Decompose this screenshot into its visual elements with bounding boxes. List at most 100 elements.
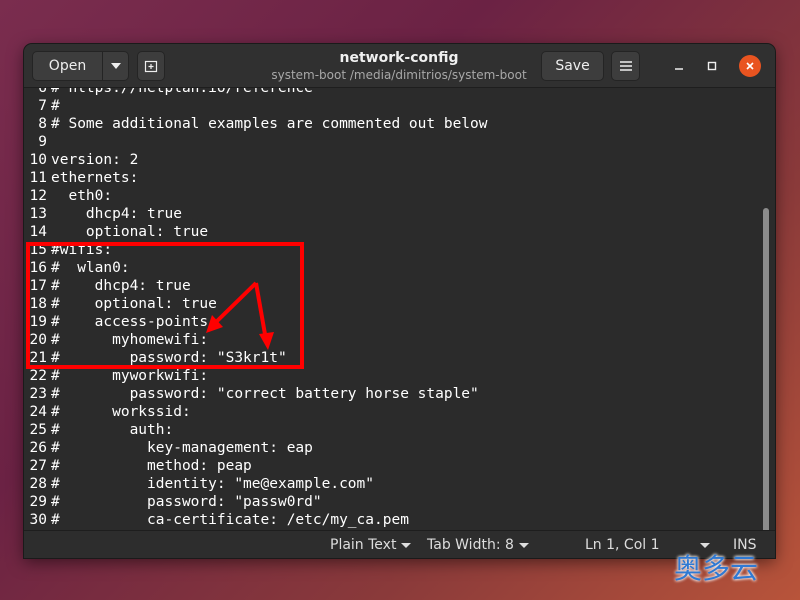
line-text: # myhomewifi: bbox=[51, 332, 209, 348]
code-line[interactable]: 24 # workssid: bbox=[24, 403, 191, 421]
code-line[interactable]: 9 bbox=[24, 133, 51, 151]
open-menu-button[interactable] bbox=[102, 51, 129, 81]
code-line[interactable]: 25 # auth: bbox=[24, 421, 174, 439]
new-document-icon bbox=[144, 60, 158, 73]
line-text: # identity: "me@example.com" bbox=[51, 476, 375, 492]
code-line[interactable]: 23 # password: "correct battery horse sta… bbox=[24, 385, 479, 403]
line-number: 19 bbox=[29, 314, 47, 330]
line-number: 6 bbox=[38, 88, 47, 96]
text-editor-area[interactable]: 6 # https://netplan.io/reference 7 #8 # Some… bbox=[24, 88, 775, 530]
line-number: 12 bbox=[29, 188, 47, 204]
open-button[interactable]: Open bbox=[32, 51, 103, 81]
window-title-block: network-config system-boot /media/dimitr… bbox=[224, 49, 574, 83]
line-text: # bbox=[51, 98, 60, 114]
line-text: #wifis: bbox=[51, 242, 113, 258]
line-text: optional: true bbox=[51, 224, 209, 240]
vertical-scrollbar[interactable] bbox=[763, 208, 769, 530]
line-text: eth0: bbox=[51, 188, 113, 204]
chevron-down-icon bbox=[401, 542, 412, 548]
code-line[interactable]: 27 # method: peap bbox=[24, 457, 252, 475]
hamburger-menu-icon bbox=[619, 61, 632, 71]
code-line[interactable]: 15 #wifis: bbox=[24, 241, 113, 259]
code-line[interactable]: 17 # dhcp4: true bbox=[24, 277, 191, 295]
line-number: 30 bbox=[29, 512, 47, 528]
line-text: # workssid: bbox=[51, 404, 191, 420]
line-text: # https://netplan.io/reference bbox=[51, 88, 313, 96]
chevron-down-icon bbox=[518, 542, 529, 548]
line-number: 22 bbox=[29, 368, 47, 384]
line-text: # password: "S3kr1t" bbox=[51, 350, 287, 366]
minimize-icon bbox=[675, 68, 683, 70]
close-icon bbox=[746, 62, 754, 70]
tab-width-selector[interactable]: Tab Width: 8 bbox=[427, 536, 529, 554]
code-line[interactable]: 19 # access-points: bbox=[24, 313, 217, 331]
line-text: ethernets: bbox=[51, 170, 139, 186]
line-number: 7 bbox=[38, 98, 47, 114]
code-line[interactable]: 16 # wlan0: bbox=[24, 259, 130, 277]
chevron-down-icon bbox=[110, 63, 121, 69]
code-line[interactable]: 29 # password: "passw0rd" bbox=[24, 493, 322, 511]
code-line[interactable]: 30 # ca-certificate: /etc/my_ca.pem bbox=[24, 511, 409, 529]
line-number: 16 bbox=[29, 260, 47, 276]
line-number: 13 bbox=[29, 206, 47, 222]
line-text: # password: "passw0rd" bbox=[51, 494, 322, 510]
language-selector[interactable]: Plain Text bbox=[330, 536, 412, 554]
line-number: 8 bbox=[38, 116, 47, 132]
code-line[interactable]: 26 # key-management: eap bbox=[24, 439, 313, 457]
language-label: Plain Text bbox=[330, 537, 397, 553]
line-text: version: 2 bbox=[51, 152, 139, 168]
code-line[interactable]: 13 dhcp4: true bbox=[24, 205, 182, 223]
line-text: # access-points: bbox=[51, 314, 217, 330]
line-number: 15 bbox=[29, 242, 47, 258]
line-number: 25 bbox=[29, 422, 47, 438]
save-button[interactable]: Save bbox=[541, 51, 604, 81]
tab-width-label: Tab Width: 8 bbox=[427, 537, 514, 553]
line-number: 29 bbox=[29, 494, 47, 510]
line-number: 21 bbox=[29, 350, 47, 366]
line-text: # dhcp4: true bbox=[51, 278, 191, 294]
line-text: dhcp4: true bbox=[51, 206, 182, 222]
close-button[interactable] bbox=[739, 55, 761, 77]
line-number: 9 bbox=[38, 134, 47, 150]
code-line[interactable]: 14 optional: true bbox=[24, 223, 209, 241]
code-line[interactable]: 21 # password: "S3kr1t" bbox=[24, 349, 287, 367]
code-line[interactable]: 6 # https://netplan.io/reference bbox=[24, 88, 313, 97]
code-line[interactable]: 20 # myhomewifi: bbox=[24, 331, 209, 349]
text-editor-window: Open network-config system-boot /media/d… bbox=[24, 44, 775, 558]
line-number: 10 bbox=[29, 152, 47, 168]
code-line[interactable]: 18 # optional: true bbox=[24, 295, 217, 313]
line-text: # optional: true bbox=[51, 296, 217, 312]
line-number: 11 bbox=[29, 170, 47, 186]
header-bar: Open network-config system-boot /media/d… bbox=[24, 44, 775, 88]
line-text: # Some additional examples are commented… bbox=[51, 116, 488, 132]
minimize-button[interactable] bbox=[668, 55, 690, 77]
cursor-position-label: Ln 1, Col 1 bbox=[585, 537, 660, 553]
maximize-icon bbox=[707, 61, 717, 71]
code-line[interactable]: 11 ethernets: bbox=[24, 169, 139, 187]
code-line[interactable]: 10 version: 2 bbox=[24, 151, 139, 169]
hamburger-menu-button[interactable] bbox=[611, 51, 640, 81]
line-text: # myworkwifi: bbox=[51, 368, 209, 384]
line-text: # ca-certificate: /etc/my_ca.pem bbox=[51, 512, 409, 528]
line-number: 17 bbox=[29, 278, 47, 294]
code-line[interactable]: 12 eth0: bbox=[24, 187, 113, 205]
watermark-text: 奥多云 bbox=[674, 552, 759, 585]
line-text: # method: peap bbox=[51, 458, 252, 474]
save-button-label: Save bbox=[555, 58, 590, 74]
window-title: network-config bbox=[339, 50, 459, 66]
code-line[interactable]: 8 # Some additional examples are commente… bbox=[24, 115, 488, 133]
window-subtitle: system-boot /media/dimitrios/system-boot bbox=[271, 68, 527, 82]
code-line[interactable]: 22 # myworkwifi: bbox=[24, 367, 209, 385]
watermark-logo: 奥多云 bbox=[674, 547, 794, 587]
line-number: 28 bbox=[29, 476, 47, 492]
code-line[interactable]: 7 # bbox=[24, 97, 60, 115]
line-text: # auth: bbox=[51, 422, 174, 438]
maximize-button[interactable] bbox=[701, 55, 723, 77]
line-number: 26 bbox=[29, 440, 47, 456]
line-number: 14 bbox=[29, 224, 47, 240]
status-bar: Plain Text Tab Width: 8 Ln 1, Col 1 INS bbox=[24, 530, 775, 558]
code-line[interactable]: 28 # identity: "me@example.com" bbox=[24, 475, 374, 493]
line-number: 20 bbox=[29, 332, 47, 348]
new-tab-button[interactable] bbox=[137, 51, 165, 81]
line-text: # password: "correct battery horse stapl… bbox=[51, 386, 479, 402]
